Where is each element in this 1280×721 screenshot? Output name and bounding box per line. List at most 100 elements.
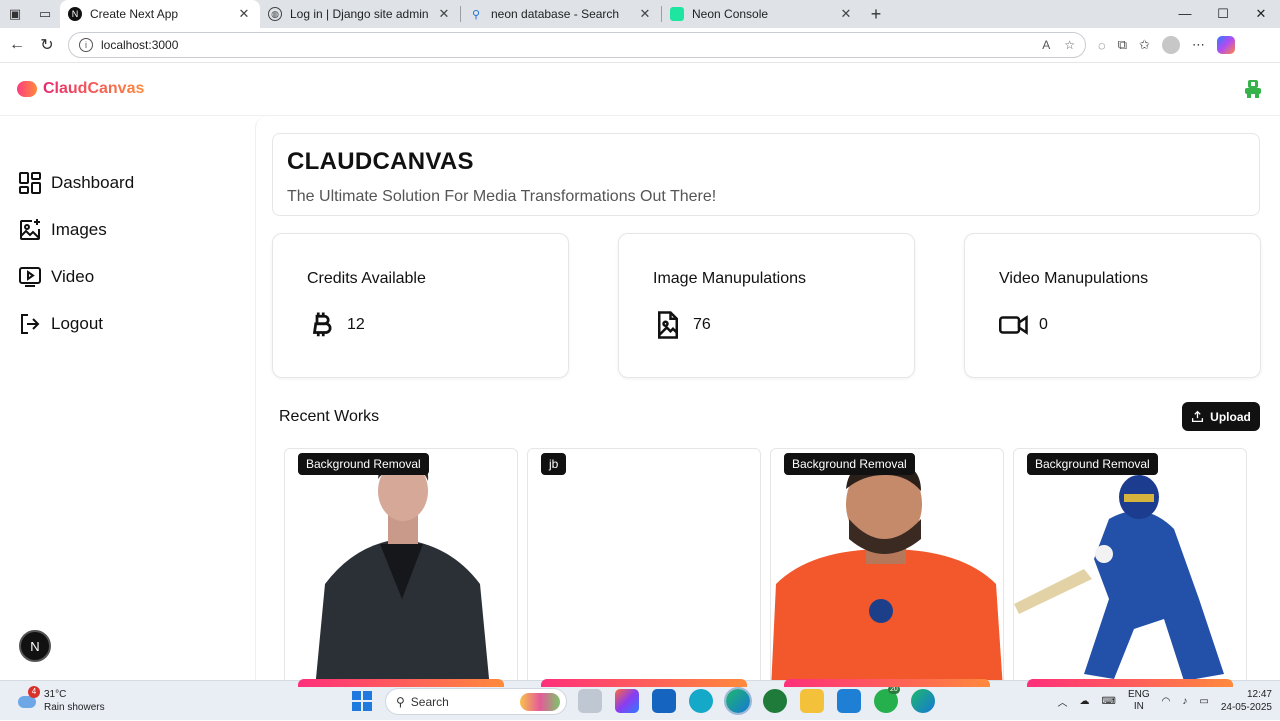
window-controls: — ☐ ✕ (1166, 6, 1280, 22)
help-icon[interactable] (689, 689, 713, 713)
image-file-icon (658, 311, 678, 339)
edge-secondary-icon[interactable] (911, 689, 935, 713)
volume-icon[interactable]: ♪ (1182, 696, 1187, 707)
tab-django-admin[interactable]: ◍ Log in | Django site admin ✕ (260, 0, 460, 28)
upload-button[interactable]: Upload (1182, 402, 1260, 431)
sidebar-item-images[interactable]: Images (0, 206, 255, 253)
card-accent-bar (1027, 679, 1233, 687)
clock[interactable]: 12:47 24-05-2025 (1221, 688, 1272, 714)
tab-title: Neon Console (692, 7, 769, 21)
recent-work-card[interactable]: jb (527, 448, 761, 688)
transformation-tag: Background Removal (784, 453, 915, 475)
vscode-icon[interactable] (837, 689, 861, 713)
card-accent-bar (541, 679, 747, 687)
page-subtitle: The Ultimate Solution For Media Transfor… (287, 188, 717, 205)
nextjs-favicon-icon: N (68, 7, 82, 21)
close-tab-icon[interactable]: ✕ (436, 6, 452, 22)
file-explorer-icon[interactable] (800, 689, 824, 713)
tab-title: Log in | Django site admin (290, 7, 429, 21)
app-header: ClaudCanvas (0, 63, 1280, 116)
system-tray: ︿ ☁ ⌨ ENG IN ◠ ♪ ▭ 12:47 24-05-2025 (1058, 681, 1272, 721)
favorite-star-icon[interactable]: ☆ (1064, 38, 1075, 52)
close-tab-icon[interactable]: ✕ (637, 6, 653, 22)
work-thumbnail-image (315, 454, 490, 687)
extensions-icon[interactable]: ⧉ (1118, 37, 1127, 53)
time-text: 12:47 (1246, 689, 1272, 700)
sidebar-item-label: Dashboard (51, 172, 135, 192)
windows-start-icon[interactable] (352, 691, 372, 711)
language-code: ENG (1127, 689, 1150, 700)
upload-label: Upload (1210, 409, 1251, 424)
chevron-up-icon[interactable]: ︿ (1058, 694, 1068, 709)
workspaces-icon[interactable]: ▣ (0, 0, 30, 28)
card-accent-bar (784, 679, 990, 687)
search-favicon-icon: ⚲ (471, 8, 481, 21)
stat-value: 0 (1039, 316, 1048, 333)
recent-works-title: Recent Works (279, 408, 380, 425)
logout-icon (21, 313, 40, 334)
sidebar-item-video[interactable]: Video (0, 253, 255, 300)
transformation-tag: jb (541, 453, 567, 475)
copilot-icon[interactable] (1216, 36, 1235, 54)
refresh-icon[interactable]: ↻ (32, 35, 62, 55)
read-aloud-icon[interactable]: A (1042, 38, 1050, 52)
whatsapp-icon[interactable] (874, 685, 900, 713)
image-add-icon (20, 218, 40, 240)
weather-badge: 4 (28, 685, 40, 698)
keyboard-icon[interactable]: ⌨ (1102, 696, 1116, 707)
transformation-tag: Background Removal (1027, 453, 1158, 475)
weather-desc: Rain showers (44, 701, 105, 713)
sidebar-item-label: Video (51, 266, 95, 286)
edge-icon[interactable] (724, 687, 752, 715)
network-off-icon[interactable]: ☁ (1080, 696, 1090, 707)
taskbar-search-input[interactable]: ⚲ Search (385, 688, 567, 715)
url-input[interactable]: i localhost:3000 A ☆ (68, 32, 1086, 58)
close-tab-icon[interactable]: ✕ (236, 6, 252, 22)
browser-essentials-icon[interactable]: ◌ (1098, 38, 1106, 53)
hero-panel: CLAUDCANVAS The Ultimate Solution For Me… (272, 133, 1260, 216)
copilot-app-icon[interactable] (615, 689, 639, 713)
sidebar-item-dashboard[interactable]: Dashboard (0, 159, 255, 206)
globe-icon: ◍ (268, 7, 282, 21)
more-menu-icon[interactable]: ⋯ (1192, 37, 1205, 53)
tab-title: Create Next App (90, 7, 179, 21)
close-tab-icon[interactable]: ✕ (838, 6, 854, 22)
weather-widget[interactable]: 4 31°C Rain showers (16, 685, 105, 714)
user-avatar-icon[interactable] (1243, 79, 1263, 99)
recent-work-card[interactable]: Background Removal (770, 448, 1004, 688)
battery-icon[interactable]: ▭ (1199, 696, 1208, 707)
sidebar-item-logout[interactable]: Logout (0, 300, 255, 347)
recent-work-card[interactable]: Background Removal (284, 448, 518, 688)
new-tab-button[interactable]: + (862, 4, 890, 25)
language-indicator[interactable]: ENG IN (1128, 689, 1150, 713)
store-icon[interactable] (652, 689, 676, 713)
tab-neon-search[interactable]: ⚲ neon database - Search ✕ (461, 0, 661, 28)
recent-work-card[interactable]: Background Removal (1013, 448, 1247, 688)
brand-name[interactable]: ClaudCanvas (43, 80, 144, 98)
wifi-icon[interactable]: ◠ (1162, 696, 1171, 707)
tab-neon-console[interactable]: Neon Console ✕ (662, 0, 862, 28)
dashboard-icon (19, 171, 41, 194)
search-label: Search (410, 694, 449, 709)
brand-logo-icon (17, 81, 37, 97)
currency-app-icon[interactable] (763, 689, 787, 713)
weather-temp: 31°C (44, 688, 67, 700)
video-icon (19, 266, 41, 287)
stat-value: 76 (693, 316, 711, 333)
favorites-icon[interactable]: ✩ (1139, 37, 1150, 53)
profile-avatar[interactable] (1161, 36, 1180, 54)
stat-label: Credits Available (307, 270, 426, 287)
close-window-icon[interactable]: ✕ (1242, 6, 1280, 22)
tab-actions-icon[interactable]: ▭ (30, 0, 60, 28)
site-info-icon[interactable]: i (79, 38, 93, 52)
maximize-icon[interactable]: ☐ (1204, 6, 1242, 22)
minimize-icon[interactable]: — (1166, 6, 1204, 22)
stat-card-image-manipulations: Image Manupulations 76 (618, 233, 915, 378)
nextjs-dev-indicator[interactable]: N (19, 630, 51, 662)
stat-value: 12 (347, 316, 365, 333)
back-icon[interactable]: ← (2, 36, 32, 54)
task-view-icon[interactable] (578, 689, 602, 713)
upload-icon (1192, 410, 1204, 423)
search-highlight-image (520, 692, 560, 711)
tab-create-next-app[interactable]: N Create Next App ✕ (60, 0, 260, 28)
